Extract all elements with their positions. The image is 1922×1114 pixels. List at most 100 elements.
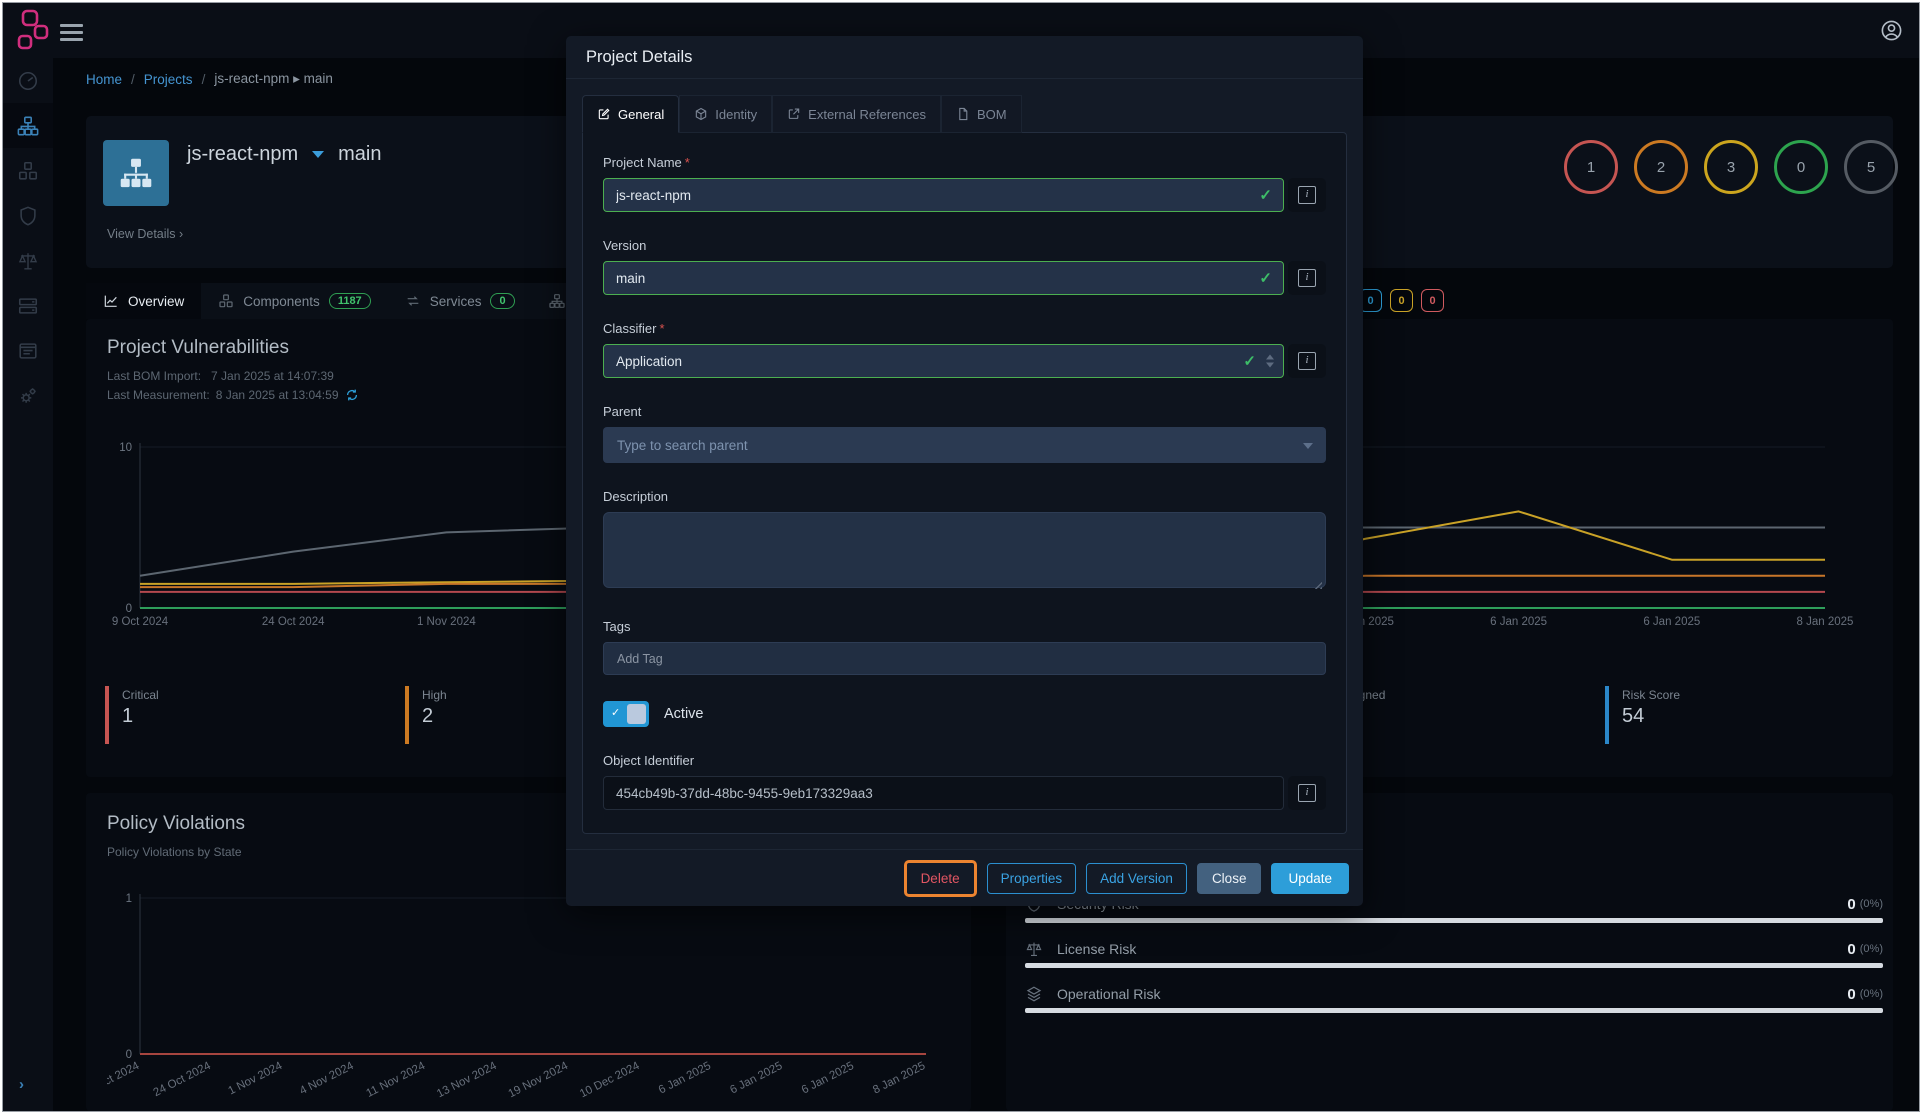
toggle-knob — [627, 704, 646, 724]
parent-search-input[interactable] — [603, 427, 1326, 463]
modal-tab-bom[interactable]: BOM — [941, 95, 1022, 133]
modal-body: General Identity External References — [566, 79, 1363, 848]
operational-risk-bar — [1025, 1008, 1883, 1013]
properties-button[interactable]: Properties — [987, 863, 1077, 894]
classifier-info-button[interactable]: i — [1288, 344, 1326, 378]
svg-text:24 Oct 2024: 24 Oct 2024 — [262, 616, 325, 628]
left-sidebar: › — [3, 58, 53, 1111]
last-bom-import-line: Last BOM Import: 7 Jan 2025 at 14:07:39 — [107, 369, 334, 383]
modal-footer: Delete Properties Add Version Close Upda… — [566, 849, 1363, 906]
project-name-input[interactable] — [603, 178, 1284, 212]
sidebar-item-projects[interactable] — [3, 103, 53, 148]
svg-text:1 Nov 2024: 1 Nov 2024 — [417, 616, 476, 628]
parent-label: Parent — [603, 404, 1326, 419]
svg-text:13 Nov 2024: 13 Nov 2024 — [435, 1060, 499, 1101]
version-info-button[interactable]: i — [1288, 261, 1326, 295]
svg-text:6 Jan 2025: 6 Jan 2025 — [1490, 616, 1547, 628]
sidebar-item-vulnerability-audit[interactable] — [3, 283, 53, 328]
dashboard-icon — [17, 70, 39, 92]
add-version-button[interactable]: Add Version — [1086, 863, 1187, 894]
svg-text:6 Jan 2025: 6 Jan 2025 — [1643, 616, 1700, 628]
components-count-badge: 1187 — [329, 293, 371, 309]
description-textarea[interactable] — [603, 512, 1326, 588]
toggle-check-icon: ✓ — [611, 706, 620, 719]
breadcrumb-projects-link[interactable]: Projects — [144, 72, 193, 87]
active-toggle[interactable]: ✓ — [603, 701, 649, 727]
policy-violations-title: Policy Violations — [107, 813, 245, 835]
dropdown-caret-icon — [1303, 443, 1313, 449]
stat-card-high: High 2 — [405, 686, 447, 744]
critical-count-ring: 1 — [1564, 140, 1618, 194]
info-icon: i — [1298, 352, 1316, 370]
license-risk-bar — [1025, 963, 1883, 968]
high-count-ring: 2 — [1634, 140, 1688, 194]
operational-risk-row: Operational Risk 0 (0%) — [1025, 979, 1883, 1009]
stat-card-critical: Critical 1 — [105, 686, 159, 744]
sidebar-item-policy-management[interactable] — [3, 328, 53, 373]
sidebar-expand-chevron[interactable]: › — [19, 1076, 24, 1093]
external-link-icon — [787, 107, 801, 121]
sidebar-item-components[interactable] — [3, 148, 53, 193]
select-stepper-icon — [1266, 355, 1274, 368]
breadcrumb-home-link[interactable]: Home — [86, 72, 122, 87]
version-input[interactable] — [603, 261, 1284, 295]
modal-tab-identity[interactable]: Identity — [679, 95, 772, 133]
user-avatar-icon[interactable] — [1880, 19, 1903, 42]
modal-tab-general[interactable]: General — [582, 95, 679, 133]
project-type-icon — [103, 140, 169, 206]
license-risk-row: License Risk 0 (0%) — [1025, 934, 1883, 964]
description-label: Description — [603, 489, 1326, 504]
server-icon — [17, 295, 39, 317]
project-name-info-button[interactable]: i — [1288, 178, 1326, 212]
refresh-icon[interactable] — [345, 388, 359, 402]
exchange-arrows-icon — [405, 293, 421, 309]
tab-components[interactable]: Components 1187 — [201, 283, 387, 319]
info-icon: i — [1298, 269, 1316, 287]
modal-tab-external-references[interactable]: External References — [772, 95, 941, 133]
update-button[interactable]: Update — [1271, 863, 1349, 894]
svg-text:0: 0 — [126, 603, 132, 615]
breadcrumb-separator: / — [131, 72, 135, 87]
dependency-track-logo-icon[interactable] — [15, 9, 51, 51]
scales-icon — [1025, 940, 1043, 958]
gears-icon — [17, 385, 39, 407]
tab-overview[interactable]: Overview — [86, 283, 201, 319]
sidebar-item-dashboard[interactable] — [3, 58, 53, 103]
sidebar-item-administration[interactable] — [3, 373, 53, 418]
svg-text:6 Jan 2025: 6 Jan 2025 — [657, 1060, 713, 1097]
cubes-icon — [218, 293, 234, 309]
object-identifier-input[interactable] — [603, 776, 1284, 810]
active-label: Active — [664, 706, 704, 722]
policy-violations-tab-badges: 0 0 0 — [1359, 289, 1444, 312]
valid-check-icon: ✓ — [1259, 269, 1272, 287]
info-icon: i — [1298, 784, 1316, 802]
breadcrumb-current: js-react-npm ▸ main — [214, 71, 333, 87]
file-document-icon — [956, 107, 970, 121]
stat-card-risk-score: Risk Score 54 — [1605, 686, 1680, 744]
sidebar-item-licenses[interactable] — [3, 238, 53, 283]
svg-text:8 Jan 2025: 8 Jan 2025 — [871, 1060, 927, 1097]
tab-services[interactable]: Services 0 — [388, 283, 532, 319]
project-details-modal: Project Details General Identity — [566, 36, 1363, 906]
scales-icon — [17, 250, 39, 272]
close-button[interactable]: Close — [1197, 863, 1262, 894]
delete-button[interactable]: Delete — [907, 863, 974, 894]
svg-text:10 Dec 2024: 10 Dec 2024 — [578, 1060, 642, 1101]
valid-check-icon: ✓ — [1243, 352, 1256, 370]
project-name-title: js-react-npm — [187, 143, 298, 166]
version-switcher-caret-icon[interactable] — [312, 151, 324, 158]
object-identifier-label: Object Identifier — [603, 753, 1326, 768]
svg-text:9 Oct 2024: 9 Oct 2024 — [107, 1060, 142, 1097]
cube-icon — [694, 107, 708, 121]
svg-text:11 Nov 2024: 11 Nov 2024 — [364, 1060, 427, 1100]
classifier-label: Classifier* — [603, 321, 1326, 336]
breadcrumb: Home / Projects / js-react-npm ▸ main — [86, 71, 333, 87]
menu-toggle-icon[interactable] — [60, 24, 83, 41]
policy-fail-badge: 0 — [1421, 289, 1444, 312]
add-tag-input[interactable] — [603, 642, 1326, 675]
view-details-link[interactable]: View Details › — [107, 227, 183, 241]
sidebar-item-vulnerabilities[interactable] — [3, 193, 53, 238]
policy-violations-line-chart: 019 Oct 202424 Oct 20241 Nov 20244 Nov 2… — [107, 877, 951, 1109]
classifier-select[interactable] — [603, 344, 1284, 378]
object-identifier-info-button[interactable]: i — [1288, 776, 1326, 810]
